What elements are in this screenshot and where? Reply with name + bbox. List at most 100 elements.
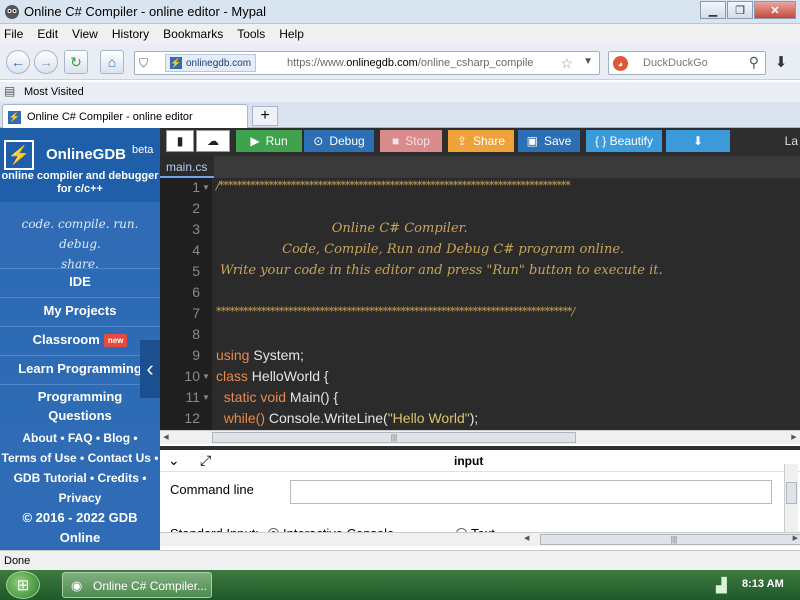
editor-horizontal-scrollbar[interactable]: ◀ ||| ▶ [160,430,800,444]
menu-tools[interactable]: Tools [237,27,265,41]
line-number: 10 [184,368,200,384]
new-tab-button[interactable]: + [252,106,278,126]
collapse-sidebar-chevron-left-icon[interactable]: ‹ [140,340,160,398]
code-line-9: using System; [216,347,304,363]
privacy-link[interactable]: Privacy [0,488,160,508]
shield-icon[interactable]: ⛉ [139,56,153,71]
run-button[interactable]: ▶ Run [236,130,302,152]
taskbar-item-browser[interactable]: ◉ Online C# Compiler... [62,572,212,598]
fold-arrow-icon[interactable]: ▼ [202,183,210,192]
scrollbar-thumb[interactable]: ||| [212,432,576,443]
menu-bookmarks[interactable]: Bookmarks [163,27,223,41]
search-bar[interactable]: ◕ DuckDuckGo ⚲ [608,51,766,75]
url-domain: onlinegdb.com [346,57,418,69]
scrollbar-thumb[interactable] [786,482,797,504]
code-line-3: Online C# Compiler. [216,221,468,236]
url-bar[interactable]: ⛉ ⚡ onlinegdb.com https://www.onlinegdb.… [134,51,600,75]
onlinegdb-logo-icon[interactable]: ⚡ [4,140,34,170]
menu-history[interactable]: History [112,27,149,41]
network-tray-icon[interactable]: ▟ [716,577,727,594]
code-editor[interactable]: 1 ▼ 2 3 4 5 6 7 8 9 10 ▼ 11 ▼ 12 /******… [160,178,800,430]
scroll-right-arrow-icon[interactable]: ▶ [793,534,798,542]
stop-button[interactable]: ■ Stop [380,130,442,152]
run-label: Run [265,134,288,148]
collapse-chevron-down-icon[interactable]: ⌄ [168,452,180,469]
links-row-1: About • FAQ • Blog • [22,431,138,445]
code-line-1: /***************************************… [216,179,571,192]
site-identity-badge[interactable]: ⚡ onlinegdb.com [165,54,257,72]
clock[interactable]: 8:13 AM [742,578,784,590]
sidebar-item-programming-questions[interactable]: Programming Questions [0,384,160,426]
brand-tagline-line2: for c/c++ [57,183,103,195]
line-gutter: 1 ▼ 2 3 4 5 6 7 8 9 10 ▼ 11 ▼ 12 [160,178,212,430]
debug-label: Debug [329,134,365,148]
menu-view[interactable]: View [72,27,98,41]
start-button-windows-icon[interactable]: ⊞ [6,571,40,599]
expand-arrows-icon[interactable]: ⤢ [200,452,211,469]
line-number: 1 [192,179,200,195]
menu-file[interactable]: File [4,27,23,41]
faq-link[interactable]: FAQ [68,431,93,445]
sidebar-item-learn-programming[interactable]: Learn Programming [0,355,160,381]
search-icon[interactable]: ⚲ [749,54,759,71]
gdb-tutorial-link[interactable]: GDB Tutorial [14,471,87,485]
menu-edit[interactable]: Edit [37,27,58,41]
window-titlebar: Online C# Compiler - online editor - Myp… [0,0,800,24]
forward-arrow-icon[interactable]: → [34,50,58,74]
downloads-icon[interactable]: ⬇ [770,53,792,73]
back-arrow-icon[interactable]: ← [6,50,30,74]
copyright-line1: © 2016 - 2022 GDB [22,510,138,525]
file-tab-main-cs[interactable]: main.cs [160,156,214,178]
fold-arrow-icon[interactable]: ▼ [202,393,210,402]
sidebar-item-my-projects[interactable]: My Projects [0,297,160,323]
credits-link[interactable]: Credits [98,471,139,485]
share-button[interactable]: ⇪ Share [448,130,514,152]
new-file-icon[interactable]: ▮ [166,130,194,152]
line-number: 4 [192,242,200,258]
code-line-5: Write your code in this editor and press… [220,263,663,278]
url-text[interactable]: https://www.onlinegdb.com/online_csharp_… [287,57,533,69]
reload-icon[interactable]: ↻ [64,50,88,74]
sidebar-item-ide[interactable]: IDE [0,268,160,294]
browser-tab[interactable]: ⚡ Online C# Compiler - online editor [2,104,248,129]
scrollbar-thumb[interactable]: ||| [540,534,800,545]
save-button[interactable]: ▣ Save [518,130,580,152]
brand-name[interactable]: OnlineGDB [46,146,126,163]
blog-link[interactable]: Blog [103,431,130,445]
scroll-left-arrow-icon[interactable]: ◀ [160,432,172,443]
code-text: HelloWorld { [247,368,329,384]
sidebar-item-classroom[interactable]: Classroom new [0,326,160,352]
scroll-right-arrow-icon[interactable]: ▶ [788,432,800,443]
input-panel-header: ⌄ ⤢ input [160,450,800,472]
brand-tagline: online compiler and debugger for c/c++ [0,170,160,196]
line-number: 9 [192,347,200,363]
menu-help[interactable]: Help [279,27,304,41]
links-row-2: Terms of Use • Contact Us • [1,451,159,465]
most-visited-bookmark[interactable]: Most Visited [24,86,84,98]
maximize-button[interactable]: ❐ [727,1,753,19]
debug-button[interactable]: ⊙ Debug [304,130,374,152]
upload-cloud-icon[interactable]: ☁ [196,130,230,152]
fold-arrow-icon[interactable]: ▼ [202,372,210,381]
terms-link[interactable]: Terms of Use [2,451,77,465]
beautify-button[interactable]: { } Beautify [586,130,662,152]
minimize-button[interactable]: ▁ [700,1,726,19]
close-button[interactable]: ✕ [754,1,796,19]
download-icon: ⬇ [692,134,704,148]
scroll-left-arrow-icon[interactable]: ◀ [524,534,529,542]
tab-title: Online C# Compiler - online editor [27,111,193,123]
about-link[interactable]: About [22,431,57,445]
keyword: static void [216,389,287,405]
bookmark-star-icon[interactable]: ☆ [560,55,573,72]
contact-link[interactable]: Contact Us [88,451,151,465]
download-button[interactable]: ⬇ [666,130,730,152]
brand-tagline-line1: online compiler and debugger [1,170,159,182]
sidebar-footer-links: About • FAQ • Blog • Terms of Use • Cont… [0,428,160,508]
url-dropdown-icon[interactable]: ▼ [583,56,593,67]
code-text: Main() { [286,389,339,405]
input-horizontal-scrollbar[interactable]: ◀ ||| ▶ [160,532,800,546]
language-select-partial[interactable]: La [785,134,798,148]
home-icon[interactable]: ⌂ [100,50,124,74]
command-line-input[interactable] [290,480,772,504]
duckduckgo-icon[interactable]: ◕ [613,56,628,71]
